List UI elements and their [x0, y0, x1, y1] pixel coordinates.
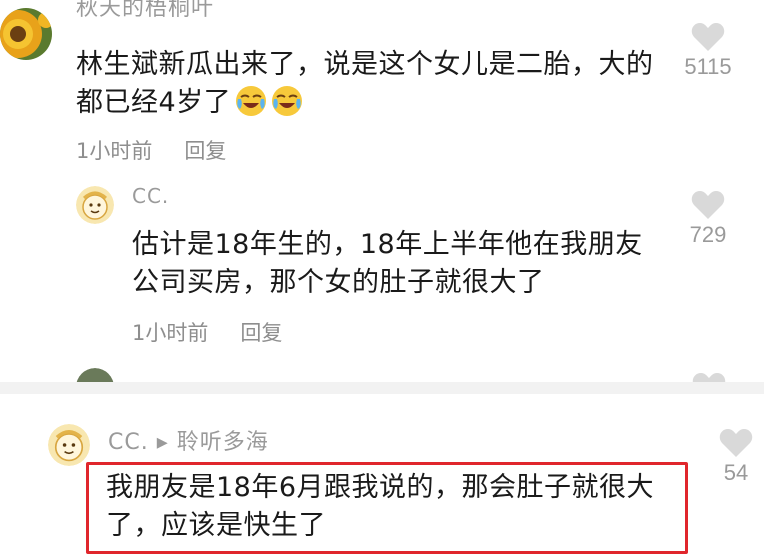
comment-body: 林生斌新瓜出来了，说是这个女儿是二胎，大的都已经4岁了: [76, 49, 654, 118]
reply-button[interactable]: 回复: [184, 139, 226, 163]
like-group: 5115: [676, 22, 740, 80]
avatar[interactable]: [76, 186, 114, 224]
comment-time: 1小时前: [132, 321, 209, 345]
like-count: 5115: [684, 54, 732, 79]
comment-text: 我朋友是18年6月跟我说的，那会肚子就很大了，应该是快生了: [106, 472, 655, 541]
reply-button[interactable]: 回复: [240, 321, 282, 345]
heart-icon[interactable]: [691, 190, 725, 220]
avatar[interactable]: [48, 424, 90, 466]
like-group: 729: [676, 190, 740, 248]
like-count: 729: [689, 222, 727, 247]
comment-username[interactable]: 秋天的梧桐叶: [76, 0, 214, 22]
cartoon-avatar-image: [76, 186, 114, 224]
comments-panel-bottom: CC. ▸ 聆听多海 我朋友是18年6月跟我说的，那会肚子就很大了，应该是快生了…: [0, 394, 764, 558]
heart-icon[interactable]: [692, 372, 726, 382]
comments-panel-top: 秋天的梧桐叶 林生斌新瓜出来了，说是这个女儿是二胎，大的都已经4岁了 1小时前回…: [0, 0, 764, 382]
partial-avatar-image: [76, 368, 114, 382]
heart-icon[interactable]: [719, 428, 753, 458]
comment-username[interactable]: CC.: [132, 184, 169, 208]
like-count: 54: [723, 460, 749, 485]
laugh-cry-emoji: [271, 85, 303, 117]
avatar[interactable]: [76, 368, 114, 382]
comment-time: 1小时前: [76, 139, 153, 163]
cartoon-avatar-image: [48, 424, 90, 466]
heart-icon[interactable]: [691, 22, 725, 52]
comment-meta: 1小时前 回复: [76, 135, 258, 165]
sunflower-avatar-image: [0, 8, 52, 60]
comment-text: 林生斌新瓜出来了，说是这个女儿是二胎，大的都已经4岁了: [76, 46, 666, 122]
section-divider: [0, 382, 764, 394]
laugh-cry-emoji: [235, 85, 267, 117]
like-group: 54: [704, 428, 764, 486]
comment-text: 估计是18年生的，18年上半年他在我朋友公司买房，那个女的肚子就很大了: [132, 229, 643, 298]
comment-username[interactable]: CC. ▸ 聆听多海: [108, 424, 269, 456]
comment-meta: 1小时前 回复: [132, 317, 314, 347]
avatar[interactable]: [0, 8, 52, 60]
